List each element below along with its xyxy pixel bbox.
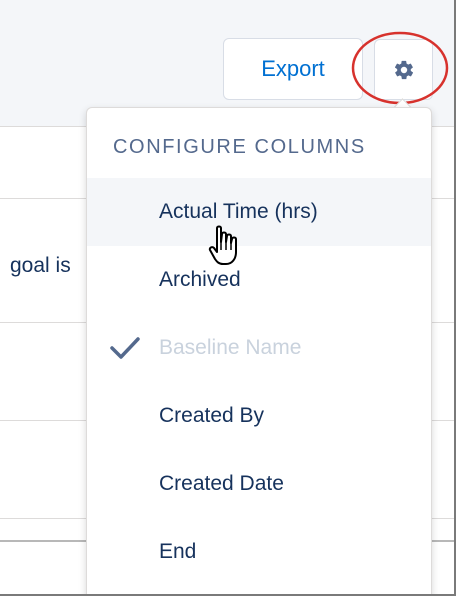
menu-item-baseline-name: Baseline Name [87,314,431,382]
export-button[interactable]: Export [223,38,363,100]
hand-pointer-cursor-icon [208,225,237,265]
check-icon [110,337,140,359]
menu-header: CONFIGURE COLUMNS [113,136,366,158]
configure-columns-menu: CONFIGURE COLUMNS Actual Time (hrs) Arch… [86,107,432,594]
menu-item-label: Created By [159,404,265,427]
menu-item-label: End [159,540,197,563]
menu-item-label: Baseline Name [159,336,302,359]
menu-item-end[interactable]: End [87,518,431,586]
menu-item-created-by[interactable]: Created By [87,382,431,450]
menu-item-archived[interactable]: Archived [87,246,431,314]
menu-item-label: Actual Time (hrs) [159,200,318,223]
menu-item-created-date[interactable]: Created Date [87,450,431,518]
menu-item-label: Created Date [159,472,284,495]
table-cell-text: goal is [10,254,71,277]
menu-item-actual-time[interactable]: Actual Time (hrs) [87,178,431,246]
gear-icon [394,60,413,79]
column-settings-button[interactable] [374,39,433,100]
app-frame: goal is Export CONFIGURE COLUMNS Actual … [0,0,456,596]
menu-item-label: Archived [159,268,241,291]
